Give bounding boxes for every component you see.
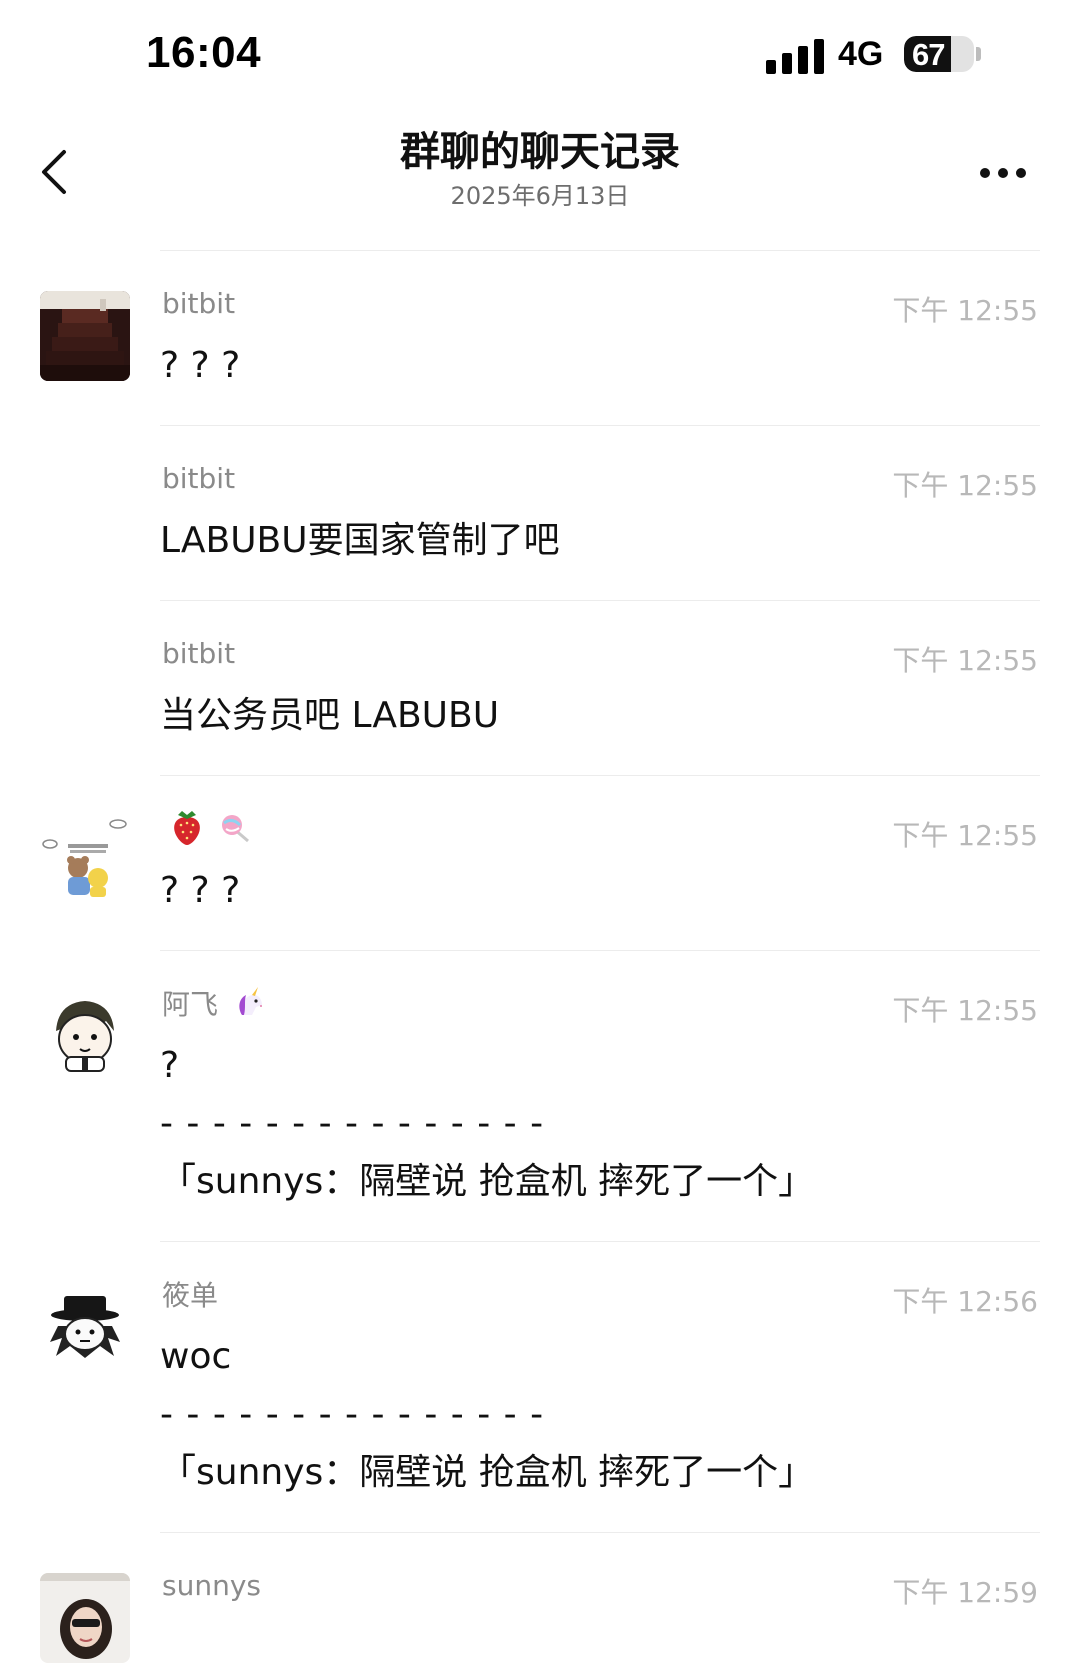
sender-name: bitbit (162, 636, 236, 670)
signal-icon (766, 38, 824, 74)
message-body: woc - - - - - - - - - - - - - - - 「sunnys：… (160, 1328, 1080, 1502)
unicorn-icon (226, 985, 268, 1021)
more-button[interactable] (980, 158, 1040, 188)
message-text: LABUBU要国家管制了吧 (160, 520, 560, 561)
message-text: ? ? ? (160, 870, 241, 911)
message-body: ? ? ? (160, 862, 1080, 920)
nav-bar: 群聊的聊天记录 2025年6月13日 (0, 110, 1080, 250)
message-text: 当公务员吧 LABUBU (160, 695, 500, 736)
quoted-text: 「sunnys：隔壁说 抢盒机 摔死了一个」 (160, 1452, 815, 1493)
avatar[interactable] (40, 991, 130, 1081)
quoted-text: 「sunnys：隔壁说 抢盒机 摔死了一个」 (160, 1161, 815, 1202)
chevron-left-icon (42, 150, 66, 194)
chat-message[interactable]: 筱单 下午 12:56 woc - - - - - - - - - - - - - -… (0, 1242, 1080, 1532)
chat-message[interactable]: bitbit 下午 12:55 当公务员吧 LABUBU (0, 601, 1080, 775)
page-subtitle-date: 2025年6月13日 (450, 182, 630, 210)
message-timestamp: 下午 12:55 (892, 644, 1038, 677)
battery-percent: 67 (912, 37, 945, 72)
sender-name: sunnys (162, 1568, 261, 1602)
sender-name: bitbit (162, 461, 236, 495)
avatar[interactable] (40, 1573, 130, 1663)
status-bar: 16:04 4G 67 (0, 0, 1080, 110)
message-body: ? - - - - - - - - - - - - - - - 「sunnys：隔壁… (160, 1037, 1080, 1211)
avatar[interactable] (40, 816, 130, 906)
message-timestamp: 下午 12:59 (892, 1576, 1038, 1609)
lollipop-icon (212, 811, 254, 845)
page-title: 群聊的聊天记录 (400, 129, 680, 175)
quote-separator: - - - - - - - - - - - - - - - (160, 1103, 545, 1144)
message-body: ? ? ? (160, 337, 1080, 395)
avatar[interactable] (40, 291, 130, 381)
nav-title-block: 群聊的聊天记录 2025年6月13日 (240, 128, 840, 214)
status-time: 16:04 (146, 28, 262, 77)
sender-name: 筱单 (162, 1279, 219, 1312)
message-text: ? ? ? (160, 345, 241, 386)
message-body: LABUBU要国家管制了吧 (160, 512, 1080, 570)
quote-separator: - - - - - - - - - - - - - - - (160, 1394, 545, 1435)
message-timestamp: 下午 12:55 (892, 294, 1038, 327)
message-timestamp: 下午 12:55 (892, 469, 1038, 502)
message-list: bitbit 下午 12:55 ? ? ? bitbit 下午 12:55 LABUBU要… (0, 250, 1080, 1663)
battery-cap (976, 47, 981, 61)
sender-name: bitbit (162, 286, 236, 320)
message-body: 当公务员吧 LABUBU (160, 687, 1080, 745)
message-timestamp: 下午 12:55 (892, 819, 1038, 852)
back-button[interactable] (30, 140, 90, 200)
sender-name: 阿飞 (162, 988, 219, 1021)
message-text: ? (160, 1045, 180, 1086)
battery-icon: 67 (904, 36, 974, 72)
chat-message[interactable]: bitbit 下午 12:55 ? ? ? (0, 251, 1080, 425)
message-text: woc (160, 1336, 232, 1377)
avatar[interactable] (40, 1282, 130, 1372)
message-timestamp: 下午 12:55 (892, 994, 1038, 1027)
strawberry-icon (170, 809, 204, 847)
network-type: 4G (838, 35, 884, 73)
chat-message[interactable]: 下午 12:55 ? ? ? (0, 776, 1080, 950)
chat-message[interactable]: 阿飞 下午 12:55? - - - - - - - - - - - - - - -… (0, 951, 1080, 1241)
chat-message[interactable]: bitbit 下午 12:55 LABUBU要国家管制了吧 (0, 426, 1080, 600)
message-timestamp: 下午 12:56 (892, 1285, 1038, 1318)
